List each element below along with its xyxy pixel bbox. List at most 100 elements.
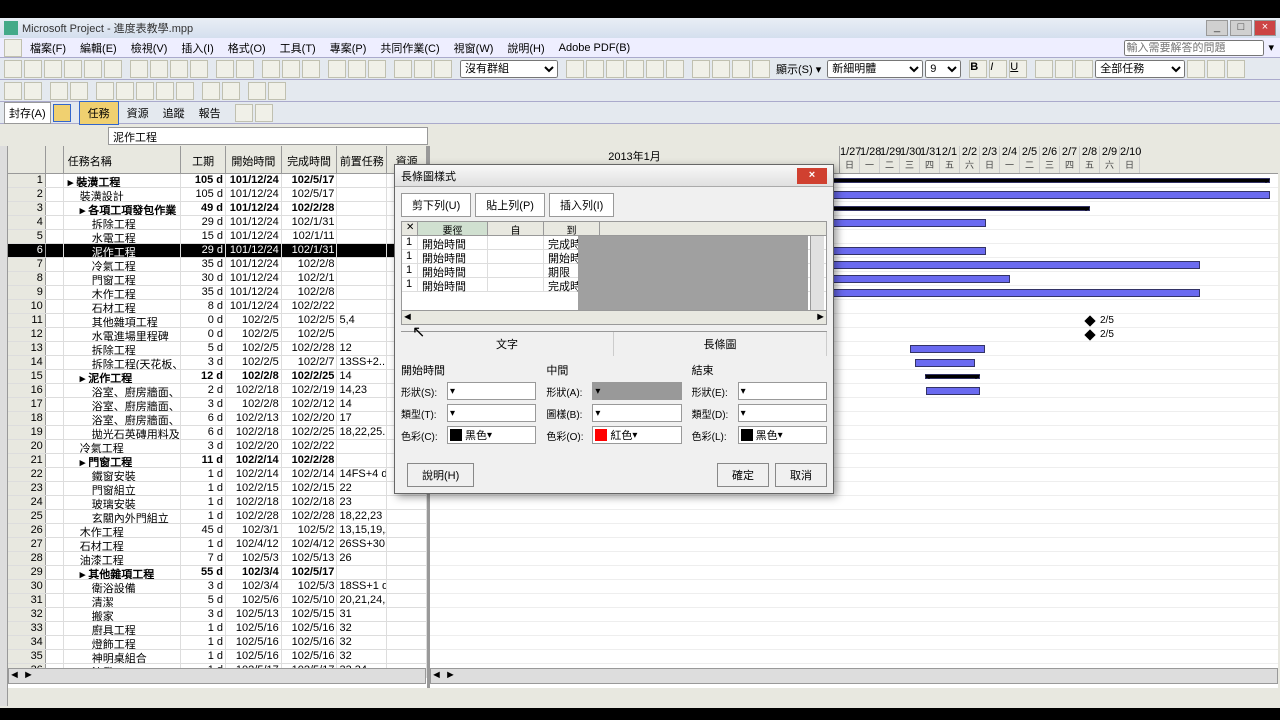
menu-file[interactable]: 檔案(F) bbox=[24, 38, 72, 58]
task-row[interactable]: 30衛浴設備3 d102/3/4102/5/318SS+1 d,26... bbox=[8, 580, 427, 594]
redo-icon[interactable] bbox=[236, 60, 254, 78]
info-icon[interactable] bbox=[328, 60, 346, 78]
menu-edit[interactable]: 編輯(E) bbox=[74, 38, 123, 58]
col-name[interactable]: 任務名稱 bbox=[64, 146, 181, 173]
indent-icon[interactable] bbox=[24, 82, 42, 100]
task-bar[interactable] bbox=[926, 387, 980, 395]
view-bar[interactable] bbox=[0, 146, 8, 706]
end-type-select[interactable]: ▾ bbox=[738, 404, 827, 422]
ok-button[interactable]: 確定 bbox=[717, 463, 769, 487]
app-menu-icon[interactable] bbox=[4, 39, 22, 57]
outdent-icon[interactable] bbox=[4, 82, 22, 100]
menu-tools[interactable]: 工具(T) bbox=[274, 38, 322, 58]
gantt-row[interactable] bbox=[430, 608, 1278, 622]
gantt-hscroll[interactable]: ◄ ► bbox=[430, 668, 1278, 684]
col-pred[interactable]: 前置任務 bbox=[337, 146, 387, 173]
grouping-select[interactable]: 沒有群組 bbox=[460, 60, 558, 78]
paste-icon[interactable] bbox=[170, 60, 188, 78]
down-arrow-icon[interactable] bbox=[752, 60, 770, 78]
tab-tracking[interactable]: 追蹤 bbox=[157, 102, 191, 124]
highlight-icon[interactable] bbox=[1207, 60, 1225, 78]
col-id[interactable] bbox=[8, 146, 46, 173]
indent-arrow-icon[interactable] bbox=[712, 60, 730, 78]
split-icon[interactable] bbox=[302, 60, 320, 78]
pdf-icon[interactable] bbox=[235, 104, 253, 122]
align-left-icon[interactable] bbox=[1035, 60, 1053, 78]
insert-row-button[interactable]: 插入列(I) bbox=[549, 193, 614, 217]
close-button[interactable]: × bbox=[1254, 20, 1276, 36]
gantt-row[interactable] bbox=[430, 566, 1278, 580]
task-row[interactable]: 19拋光石英磚用料及鋪...6 d102/2/18102/2/2518,22,2… bbox=[8, 426, 427, 440]
pct0-icon[interactable] bbox=[96, 82, 114, 100]
preview-icon[interactable] bbox=[84, 60, 102, 78]
subtab-bars[interactable]: 長條圖 bbox=[614, 332, 827, 356]
menu-help[interactable]: 說明(H) bbox=[501, 38, 550, 58]
up-arrow-icon[interactable] bbox=[732, 60, 750, 78]
task-row[interactable]: 12水電進場里程碑0 d102/2/5102/2/5 bbox=[8, 328, 427, 342]
outdent-arrow-icon[interactable] bbox=[692, 60, 710, 78]
align-center-icon[interactable] bbox=[1055, 60, 1073, 78]
format-painter-icon[interactable] bbox=[190, 60, 208, 78]
pct100-icon[interactable] bbox=[176, 82, 194, 100]
unlink-icon[interactable] bbox=[282, 60, 300, 78]
formula-bar[interactable]: 泥作工程 bbox=[108, 127, 428, 145]
task-bar[interactable] bbox=[915, 359, 975, 367]
pct75-icon[interactable] bbox=[156, 82, 174, 100]
gantt-row[interactable] bbox=[430, 636, 1278, 650]
gantt-icon[interactable] bbox=[248, 82, 266, 100]
autofilter-icon[interactable] bbox=[1187, 60, 1205, 78]
menu-format[interactable]: 格式(O) bbox=[222, 38, 272, 58]
task-row[interactable]: 5水電工程15 d101/12/24102/1/11 bbox=[8, 230, 427, 244]
spell-icon[interactable] bbox=[104, 60, 122, 78]
task-row[interactable]: 16浴室、廚房牆面、陽...2 d102/2/18102/2/1914,23 bbox=[8, 384, 427, 398]
summary-bar[interactable] bbox=[925, 374, 980, 379]
task-row[interactable]: 21▸ 門窗工程11 d102/2/14102/2/28 bbox=[8, 454, 427, 468]
help-icon[interactable] bbox=[666, 60, 684, 78]
gantt-row[interactable] bbox=[430, 622, 1278, 636]
mid-pattern-select[interactable]: ▾ bbox=[592, 404, 681, 422]
paste-row-button[interactable]: 貼上列(P) bbox=[475, 193, 545, 217]
start-shape-select[interactable]: ▾ bbox=[447, 382, 536, 400]
task-row[interactable]: 31清潔5 d102/5/6102/5/1020,21,24,26,2... bbox=[8, 594, 427, 608]
italic-icon[interactable]: I bbox=[989, 60, 1007, 78]
notes-icon[interactable] bbox=[348, 60, 366, 78]
gantt-row[interactable] bbox=[430, 496, 1278, 510]
save-icon[interactable] bbox=[44, 60, 62, 78]
tab-tasks[interactable]: 任務 bbox=[79, 101, 119, 125]
show-label[interactable]: 顯示(S) ▾ bbox=[772, 61, 825, 77]
task-row[interactable]: 28油漆工程7 d102/5/3102/5/1326 bbox=[8, 552, 427, 566]
zoom-in-icon[interactable] bbox=[566, 60, 584, 78]
menu-collab[interactable]: 共同作業(C) bbox=[374, 38, 445, 58]
menu-pdf[interactable]: Adobe PDF(B) bbox=[553, 40, 637, 56]
milestone[interactable] bbox=[1084, 329, 1095, 340]
help-button[interactable]: 說明(H) bbox=[407, 463, 474, 487]
filter-select[interactable]: 全部任務 bbox=[1095, 60, 1185, 78]
task-row[interactable]: 32搬家3 d102/5/13102/5/1531 bbox=[8, 608, 427, 622]
underline-icon[interactable]: U bbox=[1009, 60, 1027, 78]
col-indicator[interactable] bbox=[46, 146, 64, 173]
task-row[interactable]: 1▸ 裝潢工程105 d101/12/24102/5/17 bbox=[8, 174, 427, 188]
dialog-close-button[interactable]: × bbox=[797, 168, 827, 184]
align-right-icon[interactable] bbox=[1075, 60, 1093, 78]
task-row[interactable]: 6泥作工程29 d101/12/24102/1/31 bbox=[8, 244, 427, 258]
task-row[interactable]: 13拆除工程5 d102/2/5102/2/2812 bbox=[8, 342, 427, 356]
task-row[interactable]: 11其他雜項工程0 d102/2/5102/2/55,4 bbox=[8, 314, 427, 328]
gantt-row[interactable] bbox=[430, 650, 1278, 664]
menu-window[interactable]: 視窗(W) bbox=[448, 38, 500, 58]
gantt-row[interactable] bbox=[430, 538, 1278, 552]
menu-insert[interactable]: 插入(I) bbox=[175, 38, 219, 58]
milestone[interactable] bbox=[1084, 315, 1095, 326]
help-dropdown-icon[interactable]: ▾ bbox=[1266, 41, 1276, 54]
mid-shape-select[interactable]: ▾ bbox=[592, 382, 681, 400]
font-select[interactable]: 新細明體 bbox=[827, 60, 923, 78]
tab-resources[interactable]: 資源 bbox=[121, 102, 155, 124]
maximize-button[interactable]: □ bbox=[1230, 20, 1252, 36]
grid-hscroll[interactable]: ◄ ► bbox=[8, 668, 426, 684]
new-icon[interactable] bbox=[4, 60, 22, 78]
task-row[interactable]: 34燈飾工程1 d102/5/16102/5/1632 bbox=[8, 636, 427, 650]
col-duration[interactable]: 工期 bbox=[181, 146, 226, 173]
task-row[interactable]: 25玄關內外門組立1 d102/2/28102/2/2818,22,23 bbox=[8, 510, 427, 524]
bold-icon[interactable]: B bbox=[969, 60, 987, 78]
subtab-text[interactable]: 文字 bbox=[401, 332, 614, 356]
link-icon[interactable] bbox=[262, 60, 280, 78]
